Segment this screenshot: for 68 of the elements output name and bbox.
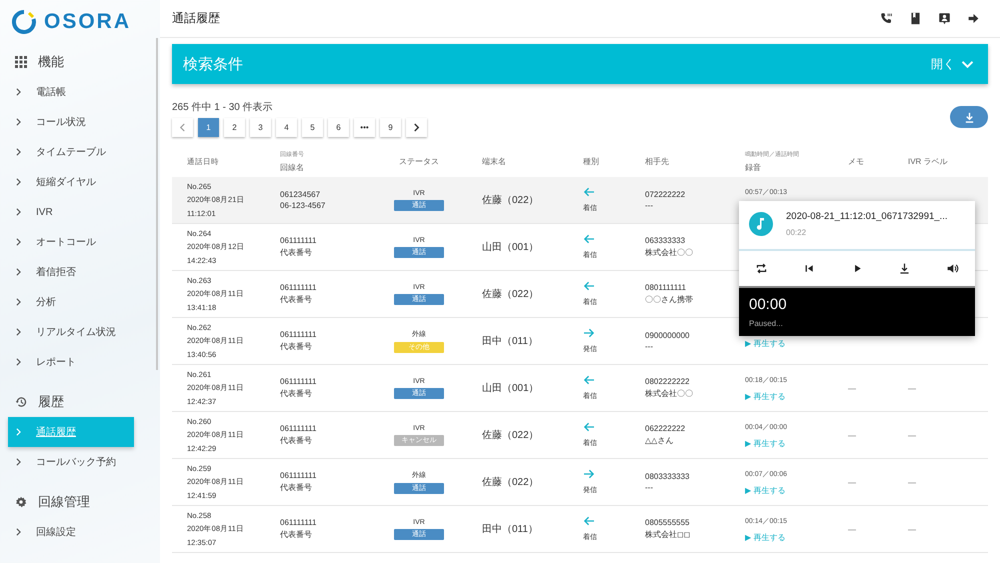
partner-name: --- xyxy=(645,483,654,492)
line-number: 061111111 xyxy=(280,283,318,292)
line-name: 代表番号 xyxy=(280,529,313,540)
partner-number: 0802222222 xyxy=(645,377,690,386)
player-state: Paused... xyxy=(749,319,784,328)
page-title: 通話履歴 xyxy=(172,10,220,27)
partner-number: 0805555555 xyxy=(645,518,690,527)
partner-name: △△さん xyxy=(645,435,674,446)
line-name: 代表番号 xyxy=(280,294,313,305)
line-number: 061111111 xyxy=(280,471,318,480)
column-header: 回線名 xyxy=(280,162,305,173)
line-number: 061111111 xyxy=(280,518,318,527)
line-name: 06-123-4567 xyxy=(280,201,326,210)
line-number: 061111111 xyxy=(280,330,318,339)
terminal-name: 山田（001） xyxy=(482,382,540,395)
partner-number: 063333333 xyxy=(645,236,686,245)
line-number: 061234567 xyxy=(280,190,322,199)
section-title: 機能 xyxy=(38,53,64,71)
partner-name: 株式会社◻◻ xyxy=(645,529,692,540)
line-number: 061111111 xyxy=(280,424,318,433)
partner-name: 株式会社〇〇 xyxy=(645,247,694,258)
partner-number: 0801111111 xyxy=(645,283,687,292)
line-name: 代表番号 xyxy=(280,435,313,446)
partner-number: 0900000000 xyxy=(645,331,690,340)
toggle-label: 開く xyxy=(931,56,955,72)
ivr-label-cell-text: — xyxy=(908,384,917,392)
column-header: IVR ラベル xyxy=(908,156,949,167)
terminal-name: 田中（011） xyxy=(482,334,539,348)
line-name: 代表番号 xyxy=(280,247,313,258)
column-header: 端末名 xyxy=(482,156,507,167)
memo-cell-text: — xyxy=(848,430,857,440)
terminal-name: 佐藤（022） xyxy=(482,194,540,207)
memo-cell-text: — xyxy=(848,478,857,486)
column-header: 録音 xyxy=(745,162,762,173)
section-title: 回線管理 xyxy=(38,493,90,511)
partner-name: 〇〇さん携帯 xyxy=(645,294,694,305)
ivr-label-cell-text: — xyxy=(908,524,917,534)
line-name: 代表番号 xyxy=(280,341,313,352)
memo-cell-text: — xyxy=(848,524,857,534)
memo-cell-text: — xyxy=(848,384,857,392)
terminal-name: 佐藤（022） xyxy=(482,428,540,442)
line-number: 061111111 xyxy=(280,377,318,386)
column-header: メモ xyxy=(848,156,865,167)
terminal-name: 山田（001） xyxy=(482,240,540,254)
column-header: ステータス xyxy=(399,156,439,167)
line-number: 061111111 xyxy=(280,236,318,245)
brand-name: OSORA xyxy=(44,10,132,34)
partner-name: 株式会社〇〇 xyxy=(645,388,694,399)
partner-number: 062222222 xyxy=(645,424,686,433)
terminal-name: 佐藤（022） xyxy=(482,288,540,301)
ivr-label-cell-text: — xyxy=(908,478,917,486)
column-header: 種別 xyxy=(583,156,600,167)
line-name: 代表番号 xyxy=(280,482,313,493)
terminal-name: 佐藤（022） xyxy=(482,476,540,489)
panel-title: 検索条件 xyxy=(183,54,243,74)
partner-number: 0803333333 xyxy=(645,472,690,481)
ivr-label-cell-text: — xyxy=(908,430,917,440)
partner-name: --- xyxy=(645,201,654,210)
current-time: 00:00 xyxy=(749,296,788,313)
file-duration: 00:22 xyxy=(786,228,808,237)
partner-name: --- xyxy=(645,342,654,351)
result-count: 265 件中 1 - 30 件表示 xyxy=(172,100,274,114)
column-header: 相手先 xyxy=(645,156,670,167)
line-name: 代表番号 xyxy=(280,388,313,399)
terminal-name: 田中（011） xyxy=(482,522,539,536)
file-name: 2020-08-21_11:12:01_0671732991_... xyxy=(786,211,948,222)
section-title: 履歴 xyxy=(38,393,64,411)
partner-number: 072222222 xyxy=(645,190,686,199)
